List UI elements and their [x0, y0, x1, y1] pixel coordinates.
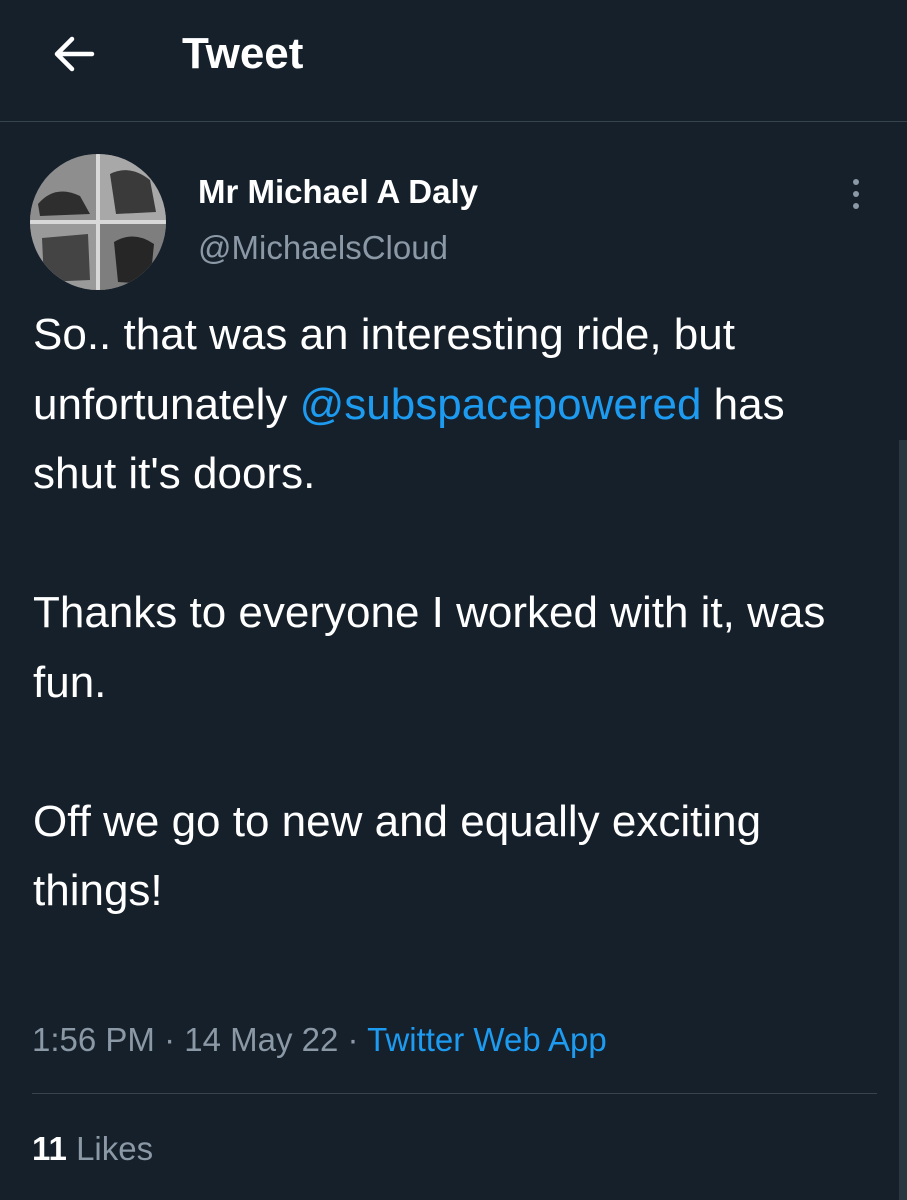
arrow-left-icon	[54, 36, 95, 72]
likes-count-link[interactable]: 11 Likes	[32, 1126, 153, 1172]
meta-separator: ·	[338, 1021, 368, 1058]
scrollbar[interactable]	[899, 440, 907, 1200]
tweet-date[interactable]: 14 May 22	[184, 1021, 338, 1058]
author-name[interactable]: Mr Michael A Daly	[198, 172, 478, 212]
tweet-text: So.. that was an interesting ride, but u…	[33, 300, 878, 926]
top-bar: Tweet	[0, 0, 907, 122]
more-dots-icon	[853, 191, 859, 197]
likes-label: Likes	[76, 1130, 154, 1167]
tweet-paragraph-3: Off we go to new and equally exciting th…	[33, 796, 762, 916]
avatar[interactable]	[30, 154, 166, 290]
divider	[32, 1093, 877, 1094]
page-title: Tweet	[182, 29, 304, 78]
more-dots-icon	[853, 203, 859, 209]
tweet-paragraph-1: So.. that was an interesting ride, but u…	[33, 300, 878, 509]
author-handle[interactable]: @MichaelsCloud	[198, 228, 448, 268]
tweet-time[interactable]: 1:56 PM	[32, 1021, 155, 1058]
tweet-metadata: 1:56 PM · 14 May 22 · Twitter Web App	[32, 1017, 607, 1063]
more-options-button[interactable]	[836, 172, 876, 216]
mention-link[interactable]: @subspacepowered	[300, 380, 702, 429]
meta-separator: ·	[154, 1021, 185, 1058]
more-dots-icon	[853, 179, 859, 185]
likes-count: 11	[32, 1130, 67, 1167]
tweet-paragraph-2: Thanks to everyone I worked with it, was…	[33, 588, 826, 707]
tweet-source-link[interactable]: Twitter Web App	[367, 1021, 607, 1058]
back-button[interactable]	[40, 24, 106, 84]
